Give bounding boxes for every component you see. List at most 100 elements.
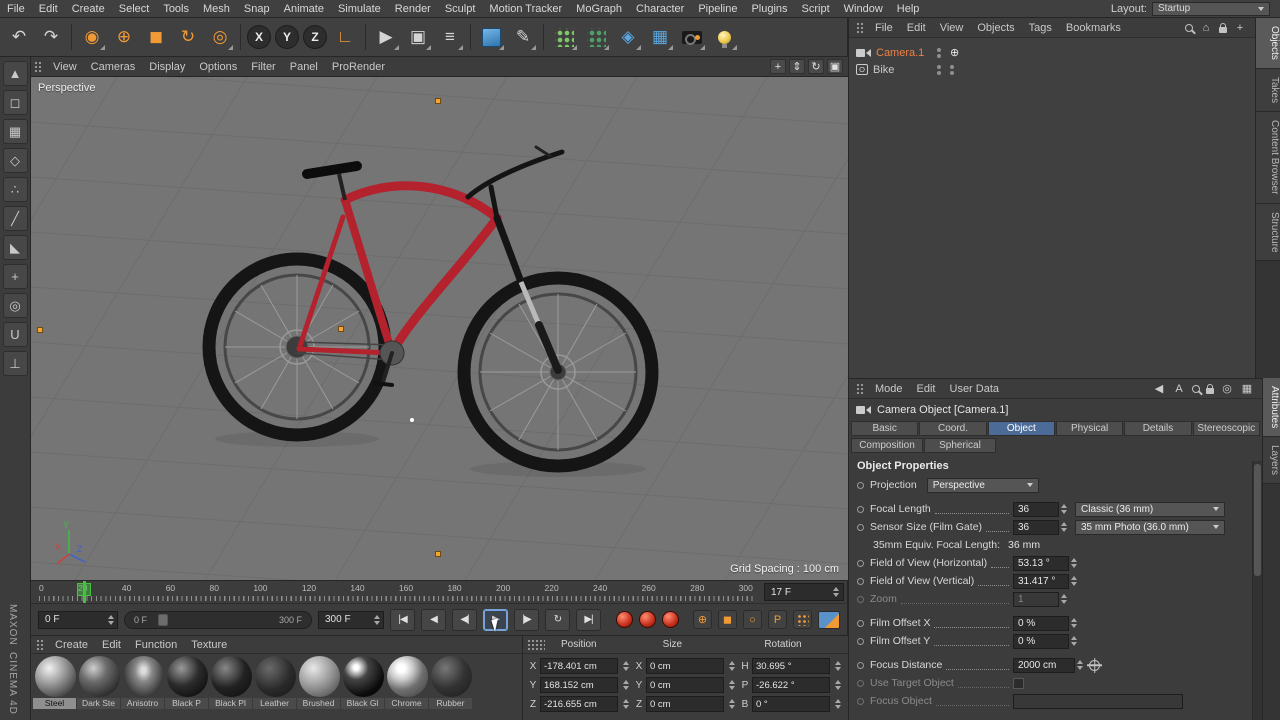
lock-z-axis-button[interactable]: Z <box>303 25 327 49</box>
goto-end-button[interactable]: ▶| <box>576 608 601 631</box>
add-icon[interactable]: + <box>1233 22 1247 34</box>
use-target-checkbox[interactable] <box>1013 677 1024 689</box>
menu-create[interactable]: Create <box>65 3 112 15</box>
material-menu-edit[interactable]: Edit <box>95 639 128 651</box>
toggle-view-icon[interactable]: ▣ <box>827 59 843 74</box>
material-item[interactable]: Anisotro <box>121 656 165 709</box>
menu-mograph[interactable]: MoGraph <box>569 3 629 15</box>
rotation-b-field[interactable]: 0 ° <box>752 696 830 712</box>
menu-simulate[interactable]: Simulate <box>331 3 388 15</box>
om-menu-edit[interactable]: Edit <box>900 22 933 34</box>
lock-x-axis-button[interactable]: X <box>247 25 271 49</box>
tab-object[interactable]: Object <box>987 421 1055 436</box>
quantize-button[interactable]: ⊥ <box>2 351 28 376</box>
search-icon[interactable] <box>1192 384 1200 393</box>
tab-layers[interactable]: Layers <box>1263 437 1280 485</box>
focal-length-input[interactable]: 36 <box>1013 501 1059 517</box>
goto-start-button[interactable]: |◀ <box>390 608 415 631</box>
live-selection-button[interactable]: ◉ <box>77 22 107 52</box>
render-settings-button[interactable]: ≡ <box>435 22 465 52</box>
focal-length-stepper[interactable] <box>1059 501 1068 517</box>
tab-composition[interactable]: Composition <box>851 438 923 453</box>
projection-dropdown[interactable]: Perspective <box>926 477 1039 493</box>
menu-tools[interactable]: Tools <box>156 3 196 15</box>
visibility-toggle[interactable] <box>937 47 941 58</box>
enable-axis-button[interactable]: + <box>2 264 28 289</box>
viewport-solo-button[interactable]: ◎ <box>2 293 28 318</box>
range-thumb[interactable] <box>158 613 168 626</box>
orbit-icon[interactable]: ↻ <box>808 59 824 74</box>
om-menu-tags[interactable]: Tags <box>1022 22 1059 34</box>
size-x-stepper[interactable] <box>727 658 736 674</box>
timeline-layout-icon[interactable] <box>818 610 840 629</box>
panel-grip-icon[interactable] <box>34 60 43 73</box>
model-mode-button[interactable]: ◻ <box>2 90 28 115</box>
keyframe-dot-icon[interactable] <box>857 481 864 489</box>
history-back-icon[interactable]: ◀ <box>1152 382 1166 395</box>
scale-tool-button[interactable]: ◼ <box>141 22 171 52</box>
polygons-mode-button[interactable]: ◣ <box>2 235 28 260</box>
menu-render[interactable]: Render <box>388 3 438 15</box>
material-item[interactable]: Dark Ste <box>77 656 121 709</box>
undo-button[interactable]: ↶ <box>4 22 34 52</box>
end-frame-stepper[interactable] <box>372 612 381 628</box>
scrollbar-thumb[interactable] <box>1254 464 1261 576</box>
om-menu-bookmarks[interactable]: Bookmarks <box>1059 22 1128 34</box>
material-item[interactable]: Steel <box>33 656 77 709</box>
redo-button[interactable]: ↷ <box>36 22 66 52</box>
menu-help[interactable]: Help <box>890 3 927 15</box>
fov-horizontal-stepper[interactable] <box>1069 555 1078 571</box>
layout-dropdown[interactable]: Startup <box>1152 1 1270 16</box>
material-item[interactable]: Chrome <box>385 656 429 709</box>
material-item[interactable]: Black P <box>165 656 209 709</box>
film-offset-y-input[interactable]: 0 % <box>1013 633 1069 649</box>
search-icon[interactable] <box>1185 23 1193 32</box>
tab-basic[interactable]: Basic <box>851 421 919 436</box>
om-menu-file[interactable]: File <box>868 22 900 34</box>
frame-stepper[interactable] <box>831 584 840 600</box>
object-row-camera[interactable]: Camera.1 ⊕ <box>849 44 1255 61</box>
add-light-button[interactable] <box>709 22 739 52</box>
menu-window[interactable]: Window <box>837 3 890 15</box>
menu-select[interactable]: Select <box>112 3 157 15</box>
record-parameter-toggle[interactable]: P <box>768 610 787 629</box>
visibility-toggle[interactable] <box>937 64 941 75</box>
home-icon[interactable]: ⌂ <box>1199 22 1213 34</box>
position-z-stepper[interactable] <box>621 696 630 712</box>
material-item[interactable]: Leather <box>253 656 297 709</box>
pan-icon[interactable]: + <box>770 59 786 74</box>
viewport-3d[interactable]: Perspective Y Z X Grid Spacing: 100 cm <box>31 77 848 580</box>
dolly-icon[interactable]: ⇕ <box>789 59 805 74</box>
menu-grid-icon[interactable]: ▦ <box>1240 382 1254 395</box>
size-x-field[interactable]: 0 cm <box>646 658 724 674</box>
workplane-mode-button[interactable]: ◇ <box>2 148 28 173</box>
tab-structure[interactable]: Structure <box>1256 203 1280 262</box>
simulate-button[interactable] <box>581 22 611 52</box>
keyframe-dot-icon[interactable] <box>857 637 864 645</box>
rotation-h-stepper[interactable] <box>833 658 842 674</box>
panel-grip-icon[interactable] <box>856 382 865 395</box>
position-y-stepper[interactable] <box>621 677 630 693</box>
sensor-size-input[interactable]: 36 <box>1013 519 1059 535</box>
tab-stereoscopic[interactable]: Stereoscopic <box>1192 421 1260 436</box>
tab-coord[interactable]: Coord. <box>919 421 987 436</box>
rotation-h-field[interactable]: 30.695 ° <box>752 658 830 674</box>
object-row-bike[interactable]: O Bike <box>849 61 1255 78</box>
viewport-menu-panel[interactable]: Panel <box>283 61 325 73</box>
camera-handle[interactable] <box>435 551 441 557</box>
menu-file[interactable]: File <box>0 3 32 15</box>
rotation-p-stepper[interactable] <box>833 677 842 693</box>
position-x-field[interactable]: -178.401 cm <box>540 658 618 674</box>
material-menu-texture[interactable]: Texture <box>184 639 234 651</box>
autokey-button[interactable] <box>638 611 656 628</box>
object-handle[interactable] <box>338 326 344 332</box>
move-tool-button[interactable]: ⊕ <box>109 22 139 52</box>
keyframe-dot-icon[interactable] <box>857 619 864 627</box>
panel-grip-icon[interactable] <box>856 21 865 34</box>
keyframe-dot-icon[interactable] <box>857 505 864 513</box>
menu-edit[interactable]: Edit <box>32 3 65 15</box>
film-offset-x-stepper[interactable] <box>1069 615 1078 631</box>
material-item[interactable]: Black Pl <box>209 656 253 709</box>
tab-physical[interactable]: Physical <box>1055 421 1124 436</box>
sensor-size-stepper[interactable] <box>1059 519 1068 535</box>
